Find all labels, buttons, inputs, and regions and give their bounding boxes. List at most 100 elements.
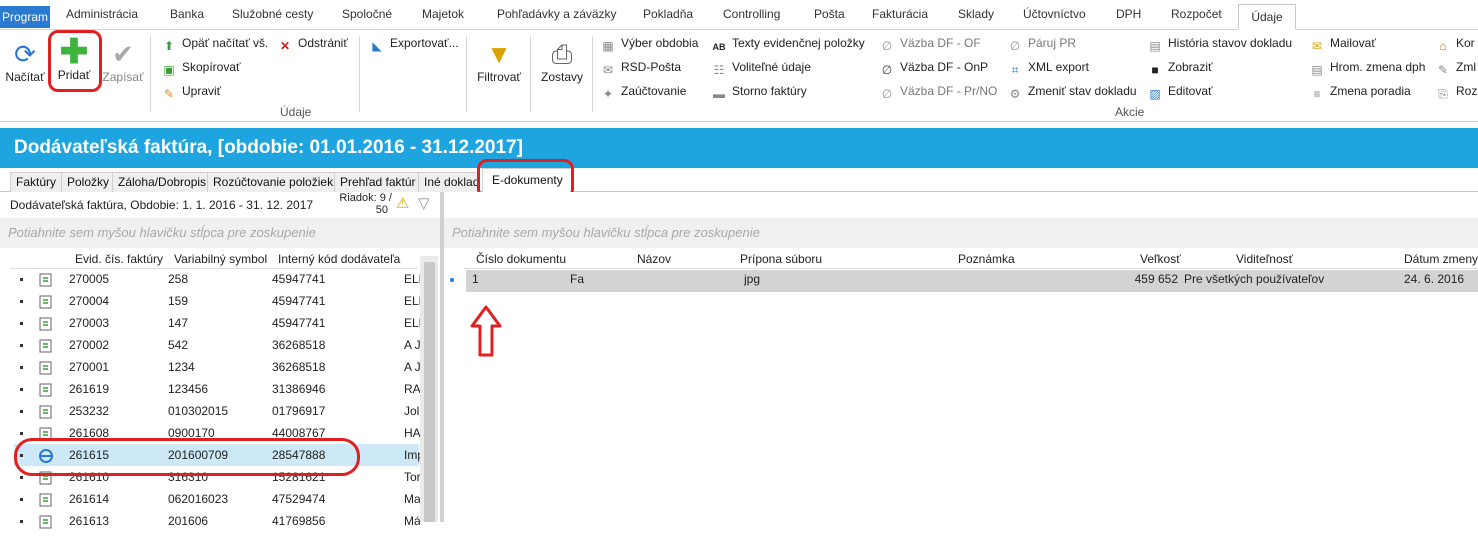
cell-kod: 36268518	[272, 338, 326, 352]
group-label-akcie: Akcie	[1115, 105, 1145, 119]
kon-button[interactable]: ⌂ Kor	[1436, 34, 1474, 53]
tab-faktury[interactable]: Faktúry	[10, 172, 63, 192]
table-row[interactable]: 270001 1234 36268518 A J	[14, 356, 420, 378]
scrollbar-thumb[interactable]	[424, 262, 435, 522]
highlight-selected-row	[14, 438, 360, 476]
column-header-pripona[interactable]: Prípona súboru	[740, 250, 822, 268]
tab-rozuctovanie[interactable]: Rozúčtovanie položiek	[207, 172, 340, 192]
tab-ine-doklady[interactable]: Iné doklady	[418, 172, 480, 192]
opat-nacitat-button[interactable]: ⬆ Opäť načítať vš.	[162, 34, 268, 53]
menu-tab-administracia[interactable]: Administrácia	[66, 7, 138, 21]
nacitat-button[interactable]: ⟳ Načítať	[3, 38, 47, 84]
menu-tab-posta[interactable]: Pošta	[814, 7, 845, 21]
editovat-button[interactable]: ▨ Editovať	[1148, 82, 1212, 101]
vazba-prno-button[interactable]: ∅ Väzba DF - Pr/NO	[880, 82, 998, 101]
cell-dodavatel: Má	[404, 514, 420, 528]
cell-kod: 31386946	[272, 382, 326, 396]
exportovat-button[interactable]: ◣ Exportovať...	[370, 34, 458, 53]
menu-tab-pokladna[interactable]: Pokladňa	[643, 7, 693, 21]
document-icon	[38, 382, 54, 397]
menu-tab-sluzobne-cesty[interactable]: Služobné cesty	[232, 7, 313, 21]
table-row[interactable]: 270005 258 45947741 ELE	[14, 268, 420, 290]
odstranit-label: Odstrániť	[298, 36, 348, 50]
filter-icon[interactable]: ▽	[418, 194, 430, 212]
historia-button[interactable]: ▤ História stavov dokladu	[1148, 34, 1292, 53]
roz-button[interactable]: ⎘ Roz	[1436, 82, 1477, 101]
column-header-nazov[interactable]: Názov	[637, 250, 671, 268]
menu-tab-udaje[interactable]: Údaje	[1238, 4, 1296, 30]
cell-kod: 41769856	[272, 514, 326, 528]
table-row[interactable]: 270003 147 45947741 ELE	[14, 312, 420, 334]
zmena-poradia-label: Zmena poradia	[1330, 84, 1411, 98]
menu-tab-pohladavky[interactable]: Pohľadávky a záväzky	[497, 7, 617, 21]
table-row[interactable]: 261613 201606 41769856 Má	[14, 510, 420, 532]
vyber-obdobia-button[interactable]: ▦ Výber obdobia	[601, 34, 698, 53]
column-header-datum[interactable]: Dátum zmeny	[1404, 250, 1478, 268]
zobrazit-button[interactable]: ■ Zobraziť	[1148, 58, 1212, 77]
column-header-kod[interactable]: Interný kód dodávateľa	[278, 250, 406, 268]
zml-button[interactable]: ✎ Zml	[1436, 58, 1476, 77]
table-row[interactable]: 270002 542 36268518 A J	[14, 334, 420, 356]
warning-icon[interactable]: ⚠	[396, 194, 409, 212]
menu-program[interactable]: Program	[0, 6, 50, 28]
storno-button[interactable]: ▬ Storno faktúry	[712, 82, 807, 101]
document-icon	[38, 316, 54, 331]
group-by-hint[interactable]: Potiahnite sem myšou hlavičku stĺpca pre…	[0, 218, 440, 248]
column-header-vs[interactable]: Variabilný symbol	[174, 250, 267, 268]
odstranit-button[interactable]: ✕ Odstrániť	[278, 34, 348, 53]
texty-button[interactable]: AB Texty evidenčnej položky	[712, 34, 865, 52]
copy-icon: ▣	[163, 63, 175, 77]
mailovat-button[interactable]: ✉ Mailovať	[1310, 34, 1376, 53]
document-row[interactable]: 1 Fa jpg 459 652 Pre všetkých používateľ…	[466, 270, 1478, 292]
menu-tab-dph[interactable]: DPH	[1116, 7, 1141, 21]
table-row[interactable]: 270004 159 45947741 ELE	[14, 290, 420, 312]
menu-tab-fakturacia[interactable]: Fakturácia	[872, 7, 928, 21]
cell-kod: 45947741	[272, 316, 326, 330]
column-header-viditelnost[interactable]: Viditeľnosť	[1236, 250, 1293, 268]
column-header-velkost[interactable]: Veľkosť	[1140, 250, 1181, 268]
zostavy-button[interactable]: ⎙ Zostavy	[538, 38, 586, 84]
vazba-onp-label: Väzba DF - OnP	[900, 60, 989, 74]
paruj-button[interactable]: ∅ Páruj PR	[1008, 34, 1076, 53]
table-row[interactable]: 261614 062016023 47529474 Ma	[14, 488, 420, 510]
contract-icon: ✎	[1437, 63, 1449, 77]
zmenit-stav-button[interactable]: ⚙ Zmeniť stav dokladu	[1008, 82, 1137, 101]
upravit-button[interactable]: ✎ Upraviť	[162, 82, 222, 101]
edit-icon: ▨	[1149, 87, 1161, 101]
upravit-label: Upraviť	[182, 84, 222, 98]
vazba-of-button[interactable]: ∅ Väzba DF - OF	[880, 34, 981, 53]
cell-vs: 258	[168, 272, 189, 286]
tab-zaloha[interactable]: Záloha/Dobropis	[112, 172, 213, 192]
column-header-evid[interactable]: Evid. čís. faktúry	[75, 250, 163, 268]
zauctovanie-button[interactable]: ✦ Zaúčtovanie	[601, 82, 686, 101]
menu-tab-banka[interactable]: Banka	[170, 7, 204, 21]
row-marker	[20, 432, 23, 435]
group-by-hint[interactable]: Potiahnite sem myšou hlavičku stĺpca pre…	[444, 218, 1478, 248]
menu-tab-controlling[interactable]: Controlling	[723, 7, 780, 21]
zmena-poradia-button[interactable]: ≡ Zmena poradia	[1310, 82, 1411, 101]
arrow-up-icon: ⬆	[163, 39, 175, 53]
vazba-onp-button[interactable]: ∅ Väzba DF - OnP	[880, 58, 989, 77]
table-row[interactable]: 261619 123456 31386946 RA	[14, 378, 420, 400]
menu-tab-majetok[interactable]: Majetok	[422, 7, 464, 21]
filtrovat-button[interactable]: ▼ Filtrovať	[474, 38, 524, 84]
nacitat-label: Načítať	[5, 70, 45, 84]
zapisat-button[interactable]: ✔ Zapísať	[101, 38, 145, 84]
volitelne-button[interactable]: ☷ Voliteľné údaje	[712, 58, 811, 77]
column-header-poznamka[interactable]: Poznámka	[958, 250, 1015, 268]
cancel-doc-icon: ▬	[713, 87, 725, 101]
hrom-zmena-label: Hrom. zmena dph	[1330, 60, 1426, 74]
menu-tab-spolocne[interactable]: Spoločné	[342, 7, 392, 21]
xml-export-label: XML export	[1028, 60, 1089, 74]
menu-tab-uctovnictvo[interactable]: Účtovníctvo	[1023, 7, 1086, 21]
hrom-zmena-button[interactable]: ▤ Hrom. zmena dph	[1310, 58, 1426, 77]
skopirovat-button[interactable]: ▣ Skopírovať	[162, 58, 240, 77]
xml-export-button[interactable]: ⌗ XML export	[1008, 58, 1089, 77]
table-row[interactable]: 253232 010302015 01796917 Joll	[14, 400, 420, 422]
menu-tab-sklady[interactable]: Sklady	[958, 7, 994, 21]
column-header-cislo[interactable]: Číslo dokumentu	[476, 250, 566, 268]
tab-prehlad[interactable]: Prehľad faktúr	[334, 172, 422, 192]
tab-polozky[interactable]: Položky	[61, 172, 116, 192]
rsd-posta-button[interactable]: ✉ RSD-Pošta	[601, 58, 681, 77]
menu-tab-rozpocet[interactable]: Rozpočet	[1171, 7, 1222, 21]
